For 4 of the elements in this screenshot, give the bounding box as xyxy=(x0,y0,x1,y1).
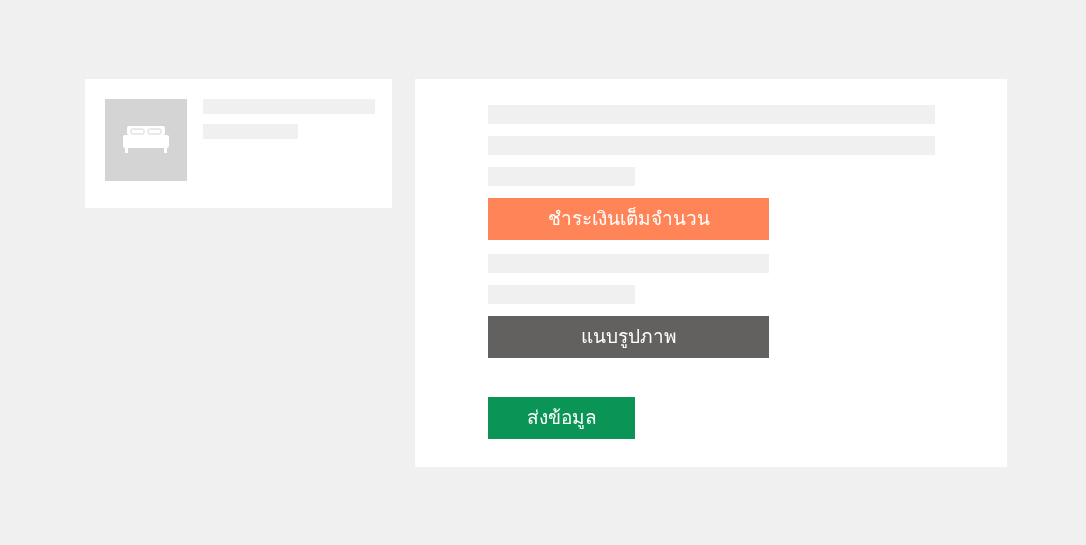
attach-image-button[interactable]: แนบรูปภาพ xyxy=(488,316,769,358)
bed-icon xyxy=(123,126,169,154)
pay-full-button[interactable]: ชำระเงินเต็มจำนวน xyxy=(488,198,769,240)
submit-button[interactable]: ส่งข้อมูล xyxy=(488,397,635,439)
